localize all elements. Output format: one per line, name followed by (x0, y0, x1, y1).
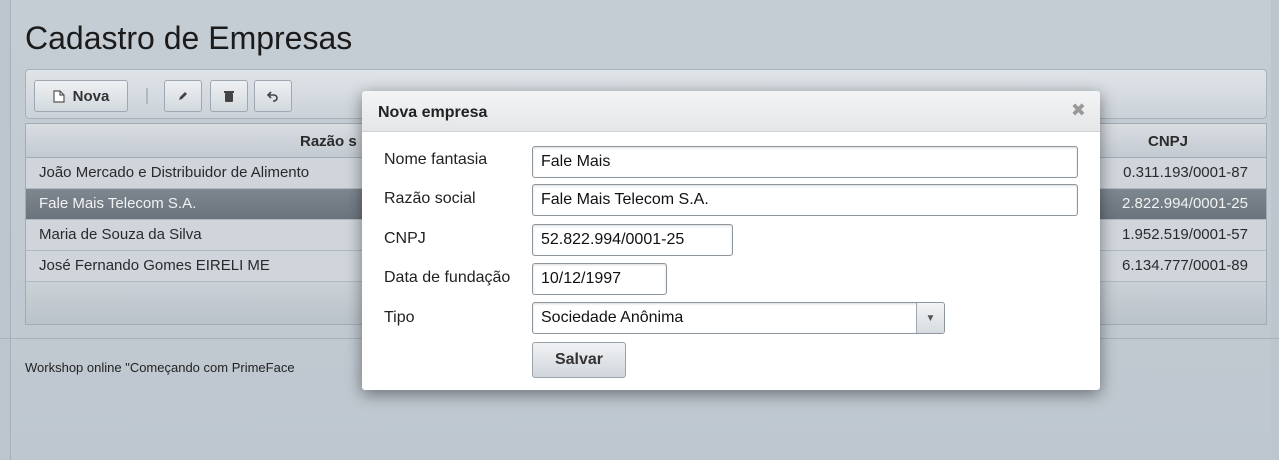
tipo-select[interactable]: Sociedade Anônima ▼ (532, 302, 945, 334)
cnpj-input[interactable]: 52.822.994/0001-25 (532, 224, 733, 256)
cell-razao: João Mercado e Distribuidor de Alimento (39, 164, 310, 181)
document-icon (53, 89, 65, 103)
data-fundacao-input[interactable]: 10/12/1997 (532, 263, 667, 295)
cell-cnpj: 2.822.994/0001-25 (1122, 195, 1248, 212)
column-header-razao[interactable]: Razão s (300, 133, 357, 150)
page-title: Cadastro de Empresas (25, 20, 353, 56)
tipo-select-value: Sociedade Anônima (541, 309, 684, 326)
save-button[interactable]: Salvar (532, 342, 626, 378)
dialog-title: Nova empresa (378, 104, 488, 121)
column-header-cnpj[interactable]: CNPJ (1148, 133, 1188, 150)
cell-cnpj: 0.311.193/0001-87 (1123, 164, 1248, 181)
cell-cnpj: 6.134.777/0001-89 (1122, 257, 1248, 274)
cell-razao: José Fernando Gomes EIRELI ME (39, 257, 270, 274)
label-cnpj: CNPJ (384, 230, 426, 247)
new-company-dialog: Nova empresa ✖ Nome fantasia Fale Mais R… (362, 91, 1100, 390)
dialog-header: Nova empresa ✖ (362, 91, 1100, 132)
new-button-label: Nova (72, 87, 110, 105)
undo-button[interactable] (254, 80, 292, 112)
label-nome-fantasia: Nome fantasia (384, 151, 488, 168)
label-data-fundacao: Data de fundação (384, 269, 511, 286)
trash-icon (224, 90, 234, 102)
label-tipo: Tipo (384, 309, 415, 326)
footer-text: Workshop online "Começando com PrimeFace (25, 360, 295, 375)
razao-social-input[interactable]: Fale Mais Telecom S.A. (532, 184, 1078, 216)
undo-icon (267, 91, 278, 102)
delete-button[interactable] (210, 80, 248, 112)
close-icon[interactable]: ✖ (1071, 100, 1086, 121)
nome-fantasia-input[interactable]: Fale Mais (532, 146, 1078, 178)
cell-razao: Fale Mais Telecom S.A. (39, 195, 197, 212)
label-razao-social: Razão social (384, 190, 476, 207)
new-button[interactable]: Nova (34, 80, 128, 112)
chevron-down-icon[interactable]: ▼ (916, 303, 944, 333)
edit-button[interactable] (164, 80, 202, 112)
toolbar-separator (146, 88, 148, 104)
cell-razao: Maria de Souza da Silva (39, 226, 202, 243)
cell-cnpj: 1.952.519/0001-57 (1122, 226, 1248, 243)
pencil-icon (179, 92, 187, 100)
